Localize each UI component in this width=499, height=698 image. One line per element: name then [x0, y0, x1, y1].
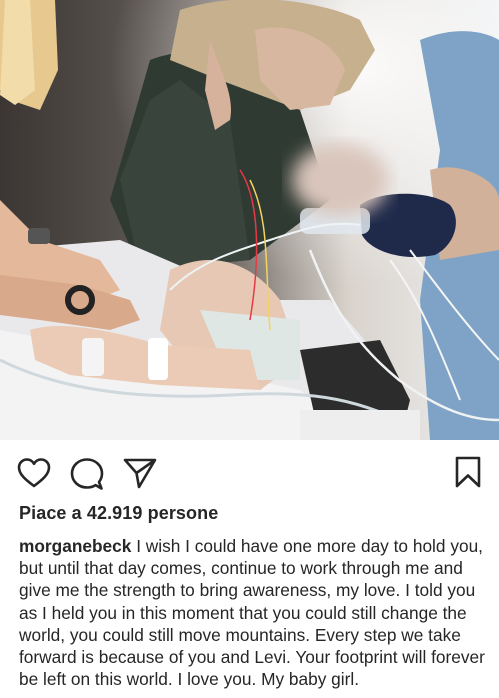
bookmark-icon[interactable]: [455, 456, 481, 488]
post-photo[interactable]: [0, 0, 499, 440]
caption-text: I wish I could have one more day to hold…: [19, 536, 485, 690]
post-caption: morganebeck I wish I could have one more…: [19, 535, 489, 690]
caption-username[interactable]: morganebeck: [19, 536, 131, 556]
heart-icon[interactable]: [17, 457, 51, 489]
comment-bubble-icon[interactable]: [70, 457, 104, 491]
post-action-bar: [0, 440, 499, 502]
likes-count[interactable]: Piace a 42.919 persone: [19, 503, 218, 524]
paper-plane-icon[interactable]: [123, 457, 157, 489]
post-photo-illustration: [0, 0, 499, 440]
